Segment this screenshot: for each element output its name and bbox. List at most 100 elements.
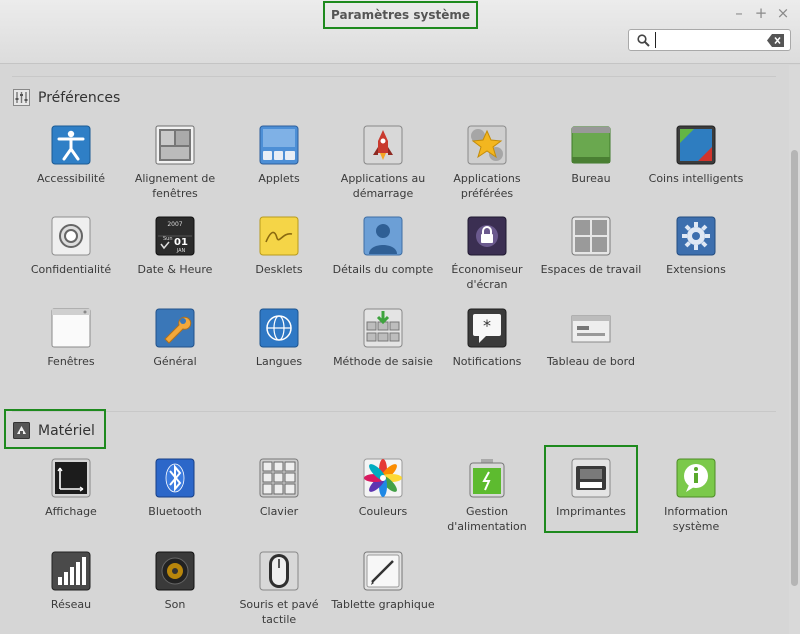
account-icon	[363, 216, 403, 256]
item-label: Date & Heure	[137, 263, 213, 276]
window-tiling-item[interactable]: Alignement de fenêtres	[123, 125, 227, 201]
close-button[interactable]: ×	[774, 4, 792, 22]
window-title: Paramètres système	[323, 1, 478, 29]
divider	[12, 76, 776, 77]
hardware-icon	[13, 422, 30, 439]
settings-content: Préférences Accessibilité Alignement de …	[0, 65, 788, 634]
system-info-icon	[676, 458, 716, 498]
applets-item[interactable]: Applets	[227, 125, 331, 186]
preferences-icon	[13, 89, 30, 106]
window-tiling-icon	[155, 125, 195, 165]
date-icon-month: JAN	[176, 248, 186, 254]
hot-corners-item[interactable]: Coins intelligents	[644, 125, 748, 186]
panel-item[interactable]: Tableau de bord	[539, 308, 643, 369]
extensions-item[interactable]: Extensions	[644, 216, 748, 277]
printers-item[interactable]: Imprimantes	[539, 458, 643, 519]
desklets-item[interactable]: Desklets	[227, 216, 331, 277]
item-label: Langues	[255, 355, 303, 368]
preferred-applications-item[interactable]: Applications préférées	[435, 125, 539, 201]
item-label: Clavier	[259, 505, 299, 518]
preferred-applications-icon	[467, 125, 507, 165]
divider	[12, 411, 776, 412]
screensaver-icon	[467, 216, 507, 256]
applets-icon	[259, 125, 299, 165]
section-title-text: Matériel	[38, 422, 95, 439]
desktop-icon	[571, 126, 611, 164]
general-item[interactable]: Général	[123, 308, 227, 369]
accessibility-icon	[51, 125, 91, 165]
svg-text:*: *	[483, 316, 491, 335]
desklets-icon	[259, 216, 299, 256]
search-field[interactable]	[628, 29, 791, 51]
display-item[interactable]: Affichage	[19, 458, 123, 519]
screensaver-item[interactable]: Économiseur d'écran	[435, 216, 539, 292]
windows-item[interactable]: Fenêtres	[19, 308, 123, 369]
search-input[interactable]	[655, 32, 765, 48]
mouse-touchpad-item[interactable]: Souris et pavé tactile	[227, 551, 331, 627]
bluetooth-item[interactable]: Bluetooth	[123, 458, 227, 519]
clear-search-icon[interactable]	[767, 34, 785, 47]
sound-item[interactable]: Son	[123, 551, 227, 612]
item-label: Détails du compte	[332, 263, 434, 276]
display-icon	[51, 458, 91, 498]
printer-icon	[571, 458, 611, 498]
hardware-section-title: Matériel	[13, 422, 95, 439]
item-label: Imprimantes	[556, 505, 626, 518]
keyboard-item[interactable]: Clavier	[227, 458, 331, 519]
scrollbar-thumb[interactable]	[791, 150, 798, 586]
item-label: Gestion d'alimentation	[447, 505, 527, 533]
desktop-item[interactable]: Bureau	[539, 125, 643, 186]
item-label: Réseau	[50, 598, 92, 611]
item-label: Applications préférées	[453, 172, 521, 200]
item-label: Tablette graphique	[331, 598, 435, 611]
item-label: Applications au démarrage	[340, 172, 426, 200]
input-method-item[interactable]: Méthode de saisie	[331, 308, 435, 369]
power-icon	[469, 459, 505, 498]
section-title-text: Préférences	[38, 89, 121, 106]
preferences-section-title: Préférences	[13, 89, 120, 106]
languages-icon	[259, 308, 299, 348]
item-label: Accessibilité	[37, 172, 105, 185]
color-icon	[363, 458, 403, 498]
item-label: Son	[164, 598, 186, 611]
startup-applications-item[interactable]: Applications au démarrage	[331, 125, 435, 201]
date-time-item[interactable]: 2007 Sun 01 JAN Date & Heure	[123, 216, 227, 277]
search-icon	[637, 34, 650, 47]
item-label: Bluetooth	[148, 505, 202, 518]
item-label: Extensions	[666, 263, 726, 276]
general-icon	[155, 308, 195, 348]
system-info-item[interactable]: Information système	[644, 458, 748, 534]
bluetooth-icon	[155, 458, 195, 498]
vertical-scrollbar[interactable]	[789, 65, 800, 634]
languages-item[interactable]: Langues	[227, 308, 331, 369]
accessibility-item[interactable]: Accessibilité	[19, 125, 123, 186]
input-method-icon	[363, 308, 403, 348]
item-label: Souris et pavé tactile	[239, 598, 319, 626]
workspaces-item[interactable]: Espaces de travail	[539, 216, 643, 277]
maximize-button[interactable]: +	[752, 4, 770, 22]
item-label: Coins intelligents	[648, 172, 744, 185]
color-item[interactable]: Couleurs	[331, 458, 435, 519]
startup-applications-icon	[363, 125, 403, 165]
item-label: Méthode de saisie	[333, 355, 433, 368]
item-label: Bureau	[571, 172, 611, 185]
network-icon	[51, 551, 91, 591]
notifications-icon: *	[467, 308, 507, 348]
network-item[interactable]: Réseau	[19, 551, 123, 612]
item-label: Couleurs	[358, 505, 408, 518]
graphics-tablet-item[interactable]: Tablette graphique	[331, 551, 435, 612]
date-icon-year: 2007	[167, 221, 182, 228]
panel-icon	[571, 315, 611, 343]
hot-corners-icon	[676, 125, 716, 165]
item-label: Alignement de fenêtres	[134, 172, 216, 200]
account-details-item[interactable]: Détails du compte	[331, 216, 435, 277]
item-label: Fenêtres	[47, 355, 95, 368]
notifications-item[interactable]: * Notifications	[435, 308, 539, 369]
minimize-button[interactable]: –	[730, 4, 748, 22]
power-management-item[interactable]: Gestion d'alimentation	[435, 458, 539, 534]
item-label: Information système	[664, 505, 728, 533]
workspaces-icon	[571, 216, 611, 256]
date-time-icon: 2007 Sun 01 JAN	[155, 216, 195, 256]
item-label: Desklets	[255, 263, 303, 276]
privacy-item[interactable]: Confidentialité	[19, 216, 123, 277]
